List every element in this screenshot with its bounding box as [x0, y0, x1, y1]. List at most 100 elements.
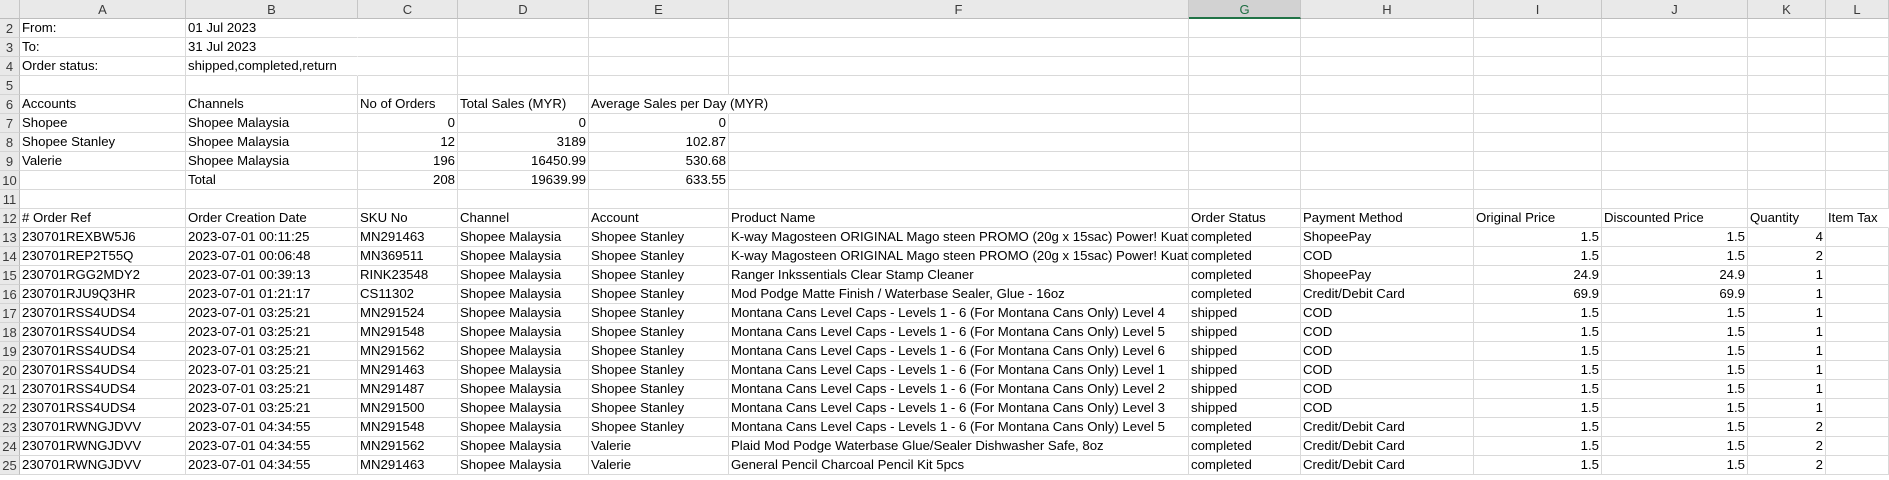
cell-k12[interactable]: Quantity	[1748, 209, 1826, 228]
cell-a5[interactable]	[20, 76, 186, 95]
cell-k4[interactable]	[1748, 57, 1826, 76]
cell-g25[interactable]: completed	[1189, 456, 1301, 475]
cell-l9[interactable]	[1826, 152, 1889, 171]
cell-a6[interactable]: Accounts	[20, 95, 186, 114]
cell-c14[interactable]: MN369511	[358, 247, 458, 266]
cell-b24[interactable]: 2023-07-01 04:34:55	[186, 437, 358, 456]
cell-d4[interactable]	[458, 57, 589, 76]
cell-c13[interactable]: MN291463	[358, 228, 458, 247]
cell-d24[interactable]: Shopee Malaysia	[458, 437, 589, 456]
cell-k16[interactable]: 1	[1748, 285, 1826, 304]
cell-j13[interactable]: 1.5	[1602, 228, 1748, 247]
cell-f21[interactable]: Montana Cans Level Caps - Levels 1 - 6 (…	[729, 380, 1189, 399]
cell-f2[interactable]	[729, 19, 1189, 38]
cell-a7[interactable]: Shopee	[20, 114, 186, 133]
cell-c4[interactable]	[358, 57, 458, 76]
cell-b14[interactable]: 2023-07-01 00:06:48	[186, 247, 358, 266]
cell-l19[interactable]	[1826, 342, 1889, 361]
row-header-15[interactable]: 15	[0, 266, 20, 285]
row-header-14[interactable]: 14	[0, 247, 20, 266]
cell-k2[interactable]	[1748, 19, 1826, 38]
cell-k9[interactable]	[1748, 152, 1826, 171]
cell-d16[interactable]: Shopee Malaysia	[458, 285, 589, 304]
cell-b25[interactable]: 2023-07-01 04:34:55	[186, 456, 358, 475]
cell-e11[interactable]	[589, 190, 729, 209]
cell-g23[interactable]: completed	[1189, 418, 1301, 437]
cell-h8[interactable]	[1301, 133, 1474, 152]
cell-h11[interactable]	[1301, 190, 1474, 209]
cell-c11[interactable]	[358, 190, 458, 209]
cell-e10[interactable]: 633.55	[589, 171, 729, 190]
row-header-12[interactable]: 12	[0, 209, 20, 228]
cell-a22[interactable]: 230701RSS4UDS4	[20, 399, 186, 418]
cell-d11[interactable]	[458, 190, 589, 209]
column-header-d[interactable]: D	[458, 0, 589, 19]
cell-e4[interactable]	[589, 57, 729, 76]
row-header-16[interactable]: 16	[0, 285, 20, 304]
row-header-21[interactable]: 21	[0, 380, 20, 399]
cell-c22[interactable]: MN291500	[358, 399, 458, 418]
cell-f7[interactable]	[729, 114, 1189, 133]
cell-l10[interactable]	[1826, 171, 1889, 190]
cell-e6[interactable]: Average Sales per Day (MYR)	[589, 95, 768, 114]
cell-g15[interactable]: completed	[1189, 266, 1301, 285]
cell-b22[interactable]: 2023-07-01 03:25:21	[186, 399, 358, 418]
select-all-corner[interactable]	[0, 0, 20, 19]
cell-f15[interactable]: Ranger Inkssentials Clear Stamp Cleaner	[729, 266, 1189, 285]
cell-a19[interactable]: 230701RSS4UDS4	[20, 342, 186, 361]
cell-j24[interactable]: 1.5	[1602, 437, 1748, 456]
cell-k23[interactable]: 2	[1748, 418, 1826, 437]
cell-l17[interactable]	[1826, 304, 1889, 323]
cell-d7[interactable]: 0	[458, 114, 589, 133]
cell-a24[interactable]: 230701RWNGJDVV	[20, 437, 186, 456]
cell-l8[interactable]	[1826, 133, 1889, 152]
column-header-j[interactable]: J	[1602, 0, 1748, 19]
cell-h21[interactable]: COD	[1301, 380, 1474, 399]
cell-b3[interactable]: 31 Jul 2023	[186, 38, 358, 57]
cell-g18[interactable]: shipped	[1189, 323, 1301, 342]
cell-b2[interactable]: 01 Jul 2023	[186, 19, 358, 38]
cell-i17[interactable]: 1.5	[1474, 304, 1602, 323]
row-header-3[interactable]: 3	[0, 38, 20, 57]
cell-l2[interactable]	[1826, 19, 1889, 38]
cell-b16[interactable]: 2023-07-01 01:21:17	[186, 285, 358, 304]
cell-k24[interactable]: 2	[1748, 437, 1826, 456]
cell-g20[interactable]: shipped	[1189, 361, 1301, 380]
cell-c9[interactable]: 196	[358, 152, 458, 171]
cell-e14[interactable]: Shopee Stanley	[589, 247, 729, 266]
cell-e3[interactable]	[589, 38, 729, 57]
cell-k18[interactable]: 1	[1748, 323, 1826, 342]
cell-j3[interactable]	[1602, 38, 1748, 57]
row-header-17[interactable]: 17	[0, 304, 20, 323]
cell-k5[interactable]	[1748, 76, 1826, 95]
cell-d9[interactable]: 16450.99	[458, 152, 589, 171]
cell-d10[interactable]: 19639.99	[458, 171, 589, 190]
cell-e21[interactable]: Shopee Stanley	[589, 380, 729, 399]
cell-h5[interactable]	[1301, 76, 1474, 95]
cell-k3[interactable]	[1748, 38, 1826, 57]
row-header-22[interactable]: 22	[0, 399, 20, 418]
cell-f12[interactable]: Product Name	[729, 209, 1189, 228]
cell-g5[interactable]	[1189, 76, 1301, 95]
cell-g16[interactable]: completed	[1189, 285, 1301, 304]
cell-c24[interactable]: MN291562	[358, 437, 458, 456]
cell-l20[interactable]	[1826, 361, 1889, 380]
cell-d22[interactable]: Shopee Malaysia	[458, 399, 589, 418]
cell-a15[interactable]: 230701RGG2MDY2	[20, 266, 186, 285]
row-header-19[interactable]: 19	[0, 342, 20, 361]
cell-i16[interactable]: 69.9	[1474, 285, 1602, 304]
cell-e12[interactable]: Account	[589, 209, 729, 228]
column-header-f[interactable]: F	[729, 0, 1189, 19]
cell-f24[interactable]: Plaid Mod Podge Waterbase Glue/Sealer Di…	[729, 437, 1189, 456]
cell-f4[interactable]	[729, 57, 1189, 76]
cell-k7[interactable]	[1748, 114, 1826, 133]
cell-h17[interactable]: COD	[1301, 304, 1474, 323]
cell-b20[interactable]: 2023-07-01 03:25:21	[186, 361, 358, 380]
cell-b18[interactable]: 2023-07-01 03:25:21	[186, 323, 358, 342]
cell-i8[interactable]	[1474, 133, 1602, 152]
cell-e9[interactable]: 530.68	[589, 152, 729, 171]
cell-h22[interactable]: COD	[1301, 399, 1474, 418]
cell-f13[interactable]: K-way Magosteen ORIGINAL Mago steen PROM…	[729, 228, 1189, 247]
cell-c8[interactable]: 12	[358, 133, 458, 152]
cell-f23[interactable]: Montana Cans Level Caps - Levels 1 - 6 (…	[729, 418, 1189, 437]
